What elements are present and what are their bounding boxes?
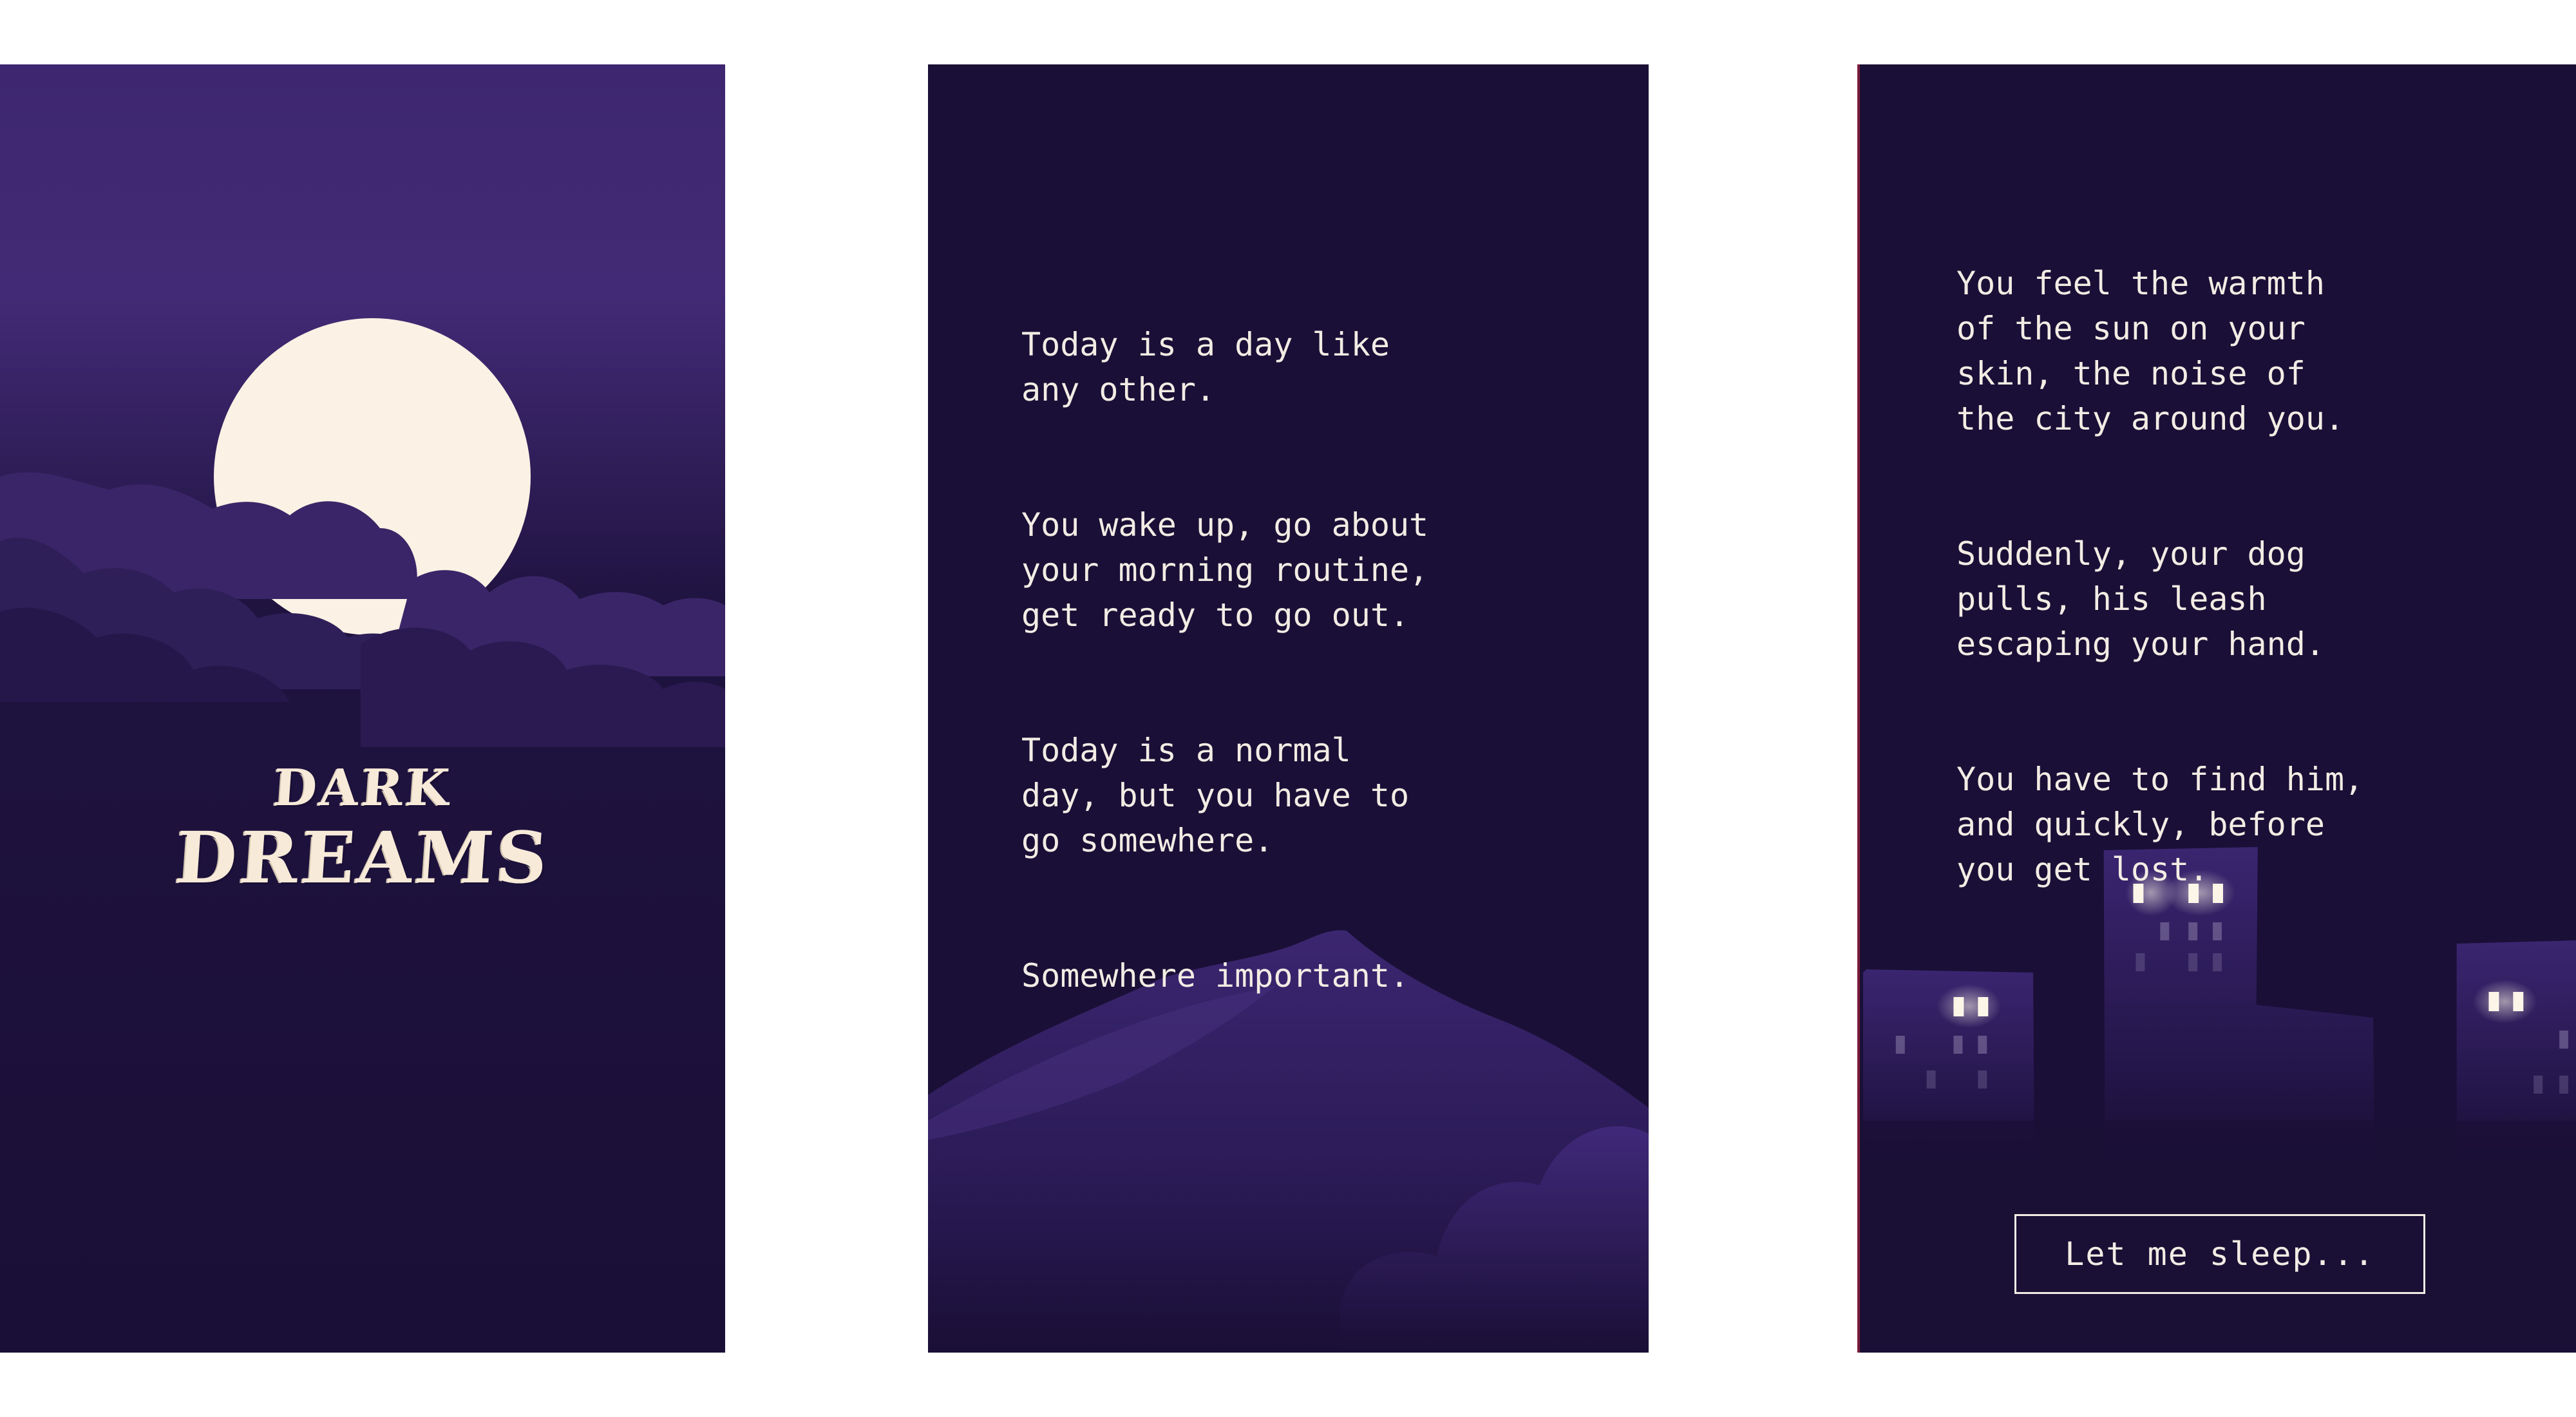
story-paragraph: You feel the warmth of the sun on your s… <box>1956 265 2345 437</box>
story-paragraph: Somewhere important. <box>1021 957 1410 994</box>
title-line-2: DREAMS <box>172 816 553 899</box>
title-line-1: DARK <box>271 759 454 817</box>
title-screen: DARK DREAMS <box>0 64 725 1353</box>
night-sky-background <box>0 64 725 1353</box>
let-me-sleep-button[interactable]: Let me sleep... <box>2014 1214 2425 1294</box>
story-screen-intro: Today is a day like any other. You wake … <box>928 64 1649 1353</box>
game-title-logo: DARK DREAMS <box>0 759 725 899</box>
story-text-intro: Today is a day like any other. You wake … <box>1021 277 1601 1089</box>
story-paragraph: Today is a normal day, but you have to g… <box>1021 732 1410 859</box>
story-screen-city: You feel the warmth of the sun on your s… <box>1857 64 2576 1353</box>
story-paragraph: You wake up, go about your morning routi… <box>1021 506 1429 634</box>
story-paragraph: Suddenly, your dog pulls, his leash esca… <box>1956 535 2325 663</box>
story-text-city: You feel the warmth of the sun on your s… <box>1956 216 2536 982</box>
story-paragraph: You have to find him, and quickly, befor… <box>1956 761 2364 888</box>
story-paragraph: Today is a day like any other. <box>1021 326 1390 408</box>
